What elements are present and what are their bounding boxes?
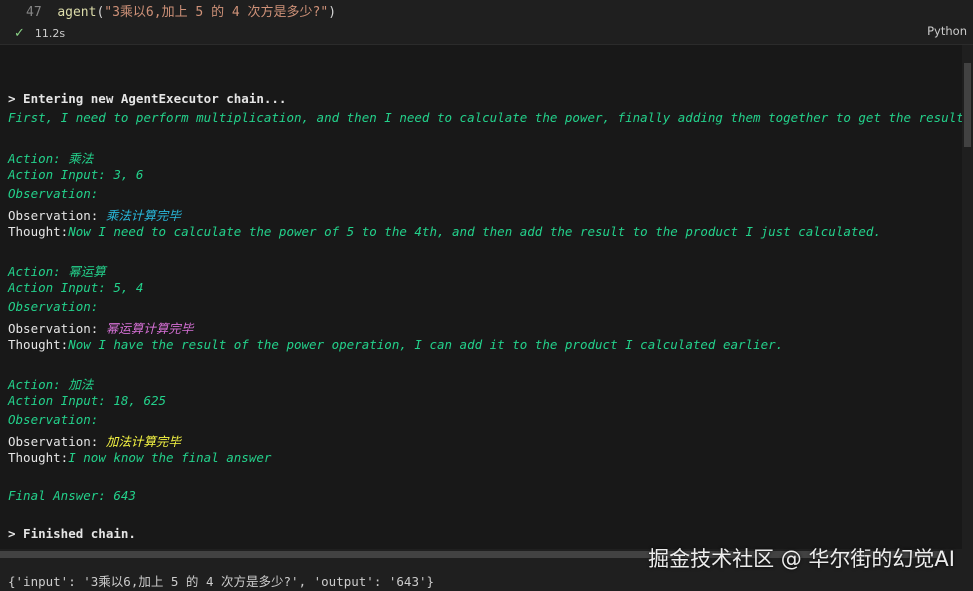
chain-start-line: > Entering new AgentExecutor chain...	[8, 91, 287, 106]
thought-line: Thought:Now I have the result of the pow…	[8, 337, 783, 352]
thought-label: Thought:	[8, 224, 69, 239]
thought-label: Thought:	[8, 450, 69, 465]
observation-label: Observation:	[8, 434, 106, 449]
observation-result-line: Observation: 幂运算计算完毕	[8, 318, 193, 337]
action-input-line: Action Input: 5, 4	[8, 280, 144, 295]
code-cell[interactable]: 47 agent("3乘以6,加上 5 的 4 次方是多少?") ✓ 11.2s…	[0, 0, 973, 44]
observation-line: Observation:	[8, 186, 99, 201]
observation-value: 乘法计算完毕	[105, 208, 181, 223]
observation-line: Observation:	[8, 412, 99, 427]
execution-status: ✓ 11.2s	[14, 24, 65, 42]
return-value: {'input': '3乘以6,加上 5 的 4 次方是多少?', 'outpu…	[8, 574, 435, 589]
observation-label: Observation:	[8, 208, 106, 223]
cell-output[interactable]: > Entering new AgentExecutor chain... Fi…	[0, 45, 962, 549]
string-argument: "3乘以6,加上 5 的 4 次方是多少?"	[104, 5, 329, 20]
watermark: 掘金技术社区 @ 华尔街的幻觉AI	[648, 547, 955, 571]
close-paren: )	[328, 5, 337, 20]
language-label[interactable]: Python	[927, 24, 967, 38]
observation-result-line: Observation: 乘法计算完毕	[8, 205, 181, 224]
vertical-scrollbar[interactable]	[962, 45, 973, 549]
action-line: Action: 加法	[8, 377, 94, 392]
observation-value: 幂运算计算完毕	[105, 321, 194, 336]
action-input-line: Action Input: 3, 6	[8, 167, 144, 182]
action-input-line: Action Input: 18, 625	[8, 393, 167, 408]
function-name: agent	[57, 5, 97, 20]
check-icon: ✓	[14, 25, 25, 41]
action-line: Action: 幂运算	[8, 264, 106, 279]
plan-line: First, I need to perform multiplication,…	[8, 110, 962, 125]
observation-result-line: Observation: 加法计算完毕	[8, 431, 181, 450]
chain-finished-line: > Finished chain.	[8, 526, 136, 541]
scrollbar-thumb[interactable]	[964, 63, 971, 147]
thought-value: I now know the final answer	[68, 450, 272, 465]
thought-label: Thought:	[8, 337, 69, 352]
observation-label: Observation:	[8, 321, 106, 336]
thought-line: Thought:I now know the final answer	[8, 450, 271, 465]
code-line[interactable]: 47 agent("3乘以6,加上 5 的 4 次方是多少?")	[26, 1, 336, 20]
thought-value: Now I need to calculate the power of 5 t…	[68, 224, 881, 239]
thought-value: Now I have the result of the power opera…	[68, 337, 784, 352]
action-line: Action: 乘法	[8, 151, 94, 166]
observation-value: 加法计算完毕	[105, 434, 181, 449]
observation-line: Observation:	[8, 299, 99, 314]
execution-time: 11.2s	[34, 26, 66, 40]
final-answer-line: Final Answer: 643	[8, 488, 136, 503]
thought-line: Thought:Now I need to calculate the powe…	[8, 224, 881, 239]
line-number: 47	[26, 5, 42, 20]
